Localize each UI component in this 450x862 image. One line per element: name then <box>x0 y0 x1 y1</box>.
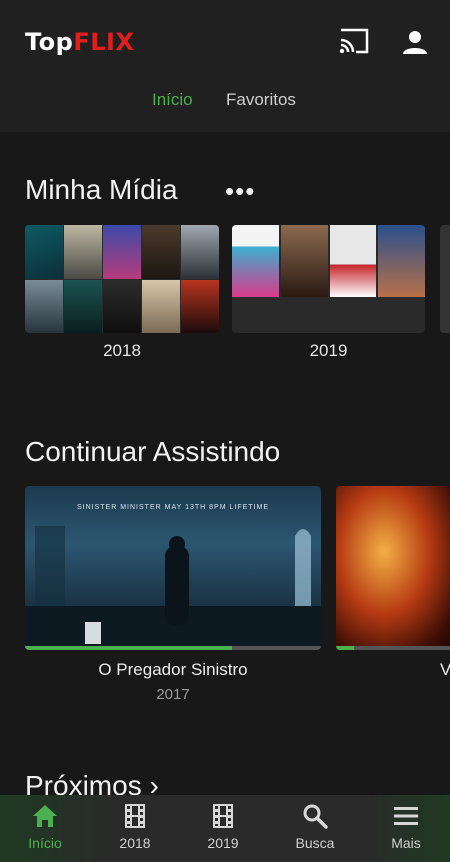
nav-inicio[interactable]: Início <box>20 795 70 862</box>
nav-label: 2019 <box>207 835 239 851</box>
collection-label-2019: 2019 <box>309 341 348 360</box>
progress-fill <box>25 646 233 650</box>
user-icon[interactable] <box>400 28 430 58</box>
nav-label: 2018 <box>119 835 151 851</box>
app-root: TopFLIX Início Favoritos Minha Mídia ••• <box>0 0 450 862</box>
section-title-continue-watching: Continuar Assistindo <box>25 436 281 467</box>
section-title-my-media: Minha Mídia <box>25 174 178 205</box>
cast-icon[interactable] <box>338 28 370 56</box>
bottom-nav: Início 2018 2019 Busca Mais <box>0 795 450 862</box>
menu-icon <box>394 807 418 825</box>
home-icon <box>33 805 57 827</box>
nav-2018[interactable]: 2018 <box>108 795 162 862</box>
nav-label: Busca <box>295 835 335 851</box>
collection-label-2018: 2018 <box>103 341 141 360</box>
collection-2019-thumbnail[interactable] <box>232 225 425 333</box>
top-tabs: Início Favoritos <box>0 90 450 116</box>
app-logo[interactable]: TopFLIX <box>25 28 134 56</box>
card-year: 2017 <box>156 686 190 703</box>
tab-favoritos[interactable]: Favoritos <box>226 90 296 110</box>
nav-mais[interactable]: Mais <box>380 795 432 862</box>
nav-label: Mais <box>391 835 421 851</box>
logo-flix: FLIX <box>73 28 135 56</box>
tab-inicio[interactable]: Início <box>152 90 193 110</box>
collection-next-thumbnail[interactable] <box>440 225 450 333</box>
progress-bar <box>336 646 450 650</box>
card-title: O Pregador Sinistro <box>98 660 248 679</box>
collection-2018-thumbnail[interactable] <box>25 225 219 333</box>
progress-fill <box>336 646 354 650</box>
film-icon <box>125 804 145 828</box>
card-title: V <box>440 660 450 679</box>
continue-card-second[interactable] <box>336 486 450 650</box>
more-options-icon[interactable]: ••• <box>225 176 255 207</box>
nav-2019[interactable]: 2019 <box>196 795 250 862</box>
logo-top: Top <box>25 28 74 56</box>
nav-label: Início <box>28 835 62 851</box>
search-icon <box>303 804 328 829</box>
film-icon <box>213 804 233 828</box>
continue-card-pregador[interactable]: SINISTER MINISTER MAY 13TH 8PM LIFETIME <box>25 486 321 650</box>
progress-bar <box>25 646 321 650</box>
nav-busca[interactable]: Busca <box>286 795 344 862</box>
card-artwork <box>25 526 321 650</box>
top-bar: TopFLIX Início Favoritos <box>0 0 450 132</box>
